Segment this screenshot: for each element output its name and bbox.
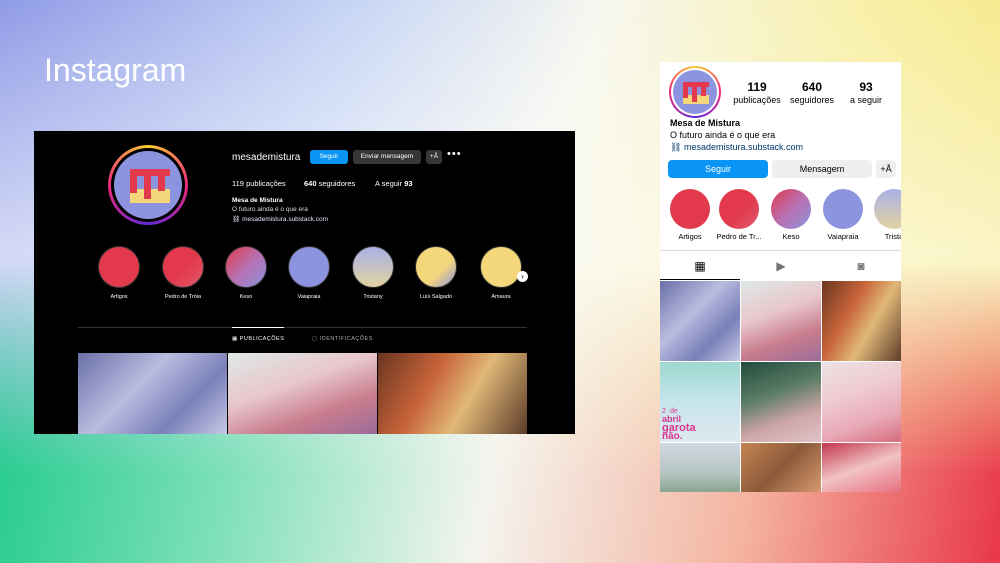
post-thumbnail[interactable]	[822, 443, 901, 492]
highlight-pedro-de-troia[interactable]: Pedro de Tr...	[715, 189, 763, 241]
mobile-profile-screenshot: 119 publicações 640 seguidores 93 a seguir …	[660, 62, 901, 492]
followers-count[interactable]: 640 seguidores	[782, 80, 842, 105]
profile-link[interactable]: ⛓ mesademistura.substack.com	[670, 142, 803, 153]
active-tab-indicator	[232, 327, 284, 328]
post-thumbnail[interactable]	[822, 362, 901, 442]
post-thumbnail[interactable]	[822, 281, 901, 361]
send-message-button[interactable]: Enviar mensagem	[353, 150, 421, 164]
post-thumbnail[interactable]	[228, 353, 377, 434]
profile-avatar[interactable]	[669, 66, 721, 118]
highlight-artigos[interactable]: Artigos	[98, 246, 140, 300]
highlight-tristany[interactable]: Trista	[870, 189, 901, 241]
tab-posts[interactable]: ▦ PUBLICAÇÕES	[232, 336, 284, 342]
following-count[interactable]: 93 a seguir	[836, 80, 896, 105]
profile-tabs: ▦ ▶ ◙	[660, 250, 901, 281]
post-thumbnail[interactable]	[741, 281, 821, 361]
brand-logo	[673, 70, 717, 114]
highlight-tristany[interactable]: Tristany	[352, 246, 394, 300]
post-thumbnail[interactable]	[660, 443, 740, 492]
post-thumbnail[interactable]	[78, 353, 227, 434]
posts-count: 119 publicações	[733, 80, 781, 105]
profile-name: Mesa de Mistura	[232, 197, 283, 204]
tab-tagged[interactable]: ▢ IDENTIFICAÇÕES	[312, 336, 373, 342]
more-options-icon[interactable]: •••	[447, 148, 462, 160]
add-user-button[interactable]: +Å	[876, 160, 896, 178]
brand-logo	[114, 151, 182, 219]
following-count[interactable]: A seguir 93	[375, 179, 413, 188]
highlight-luis-salgado[interactable]: Luís Salgado	[415, 246, 457, 300]
profile-name: Mesa de Mistura	[670, 118, 741, 128]
follow-button[interactable]: Seguir	[668, 160, 768, 178]
grid-icon: ▦	[232, 336, 238, 342]
profile-link[interactable]: ⛓ mesademistura.substack.com	[232, 215, 328, 223]
follow-button[interactable]: Seguir	[310, 150, 348, 164]
highlight-vaiapraia[interactable]: Vaiapraia	[819, 189, 867, 241]
highlight-keso[interactable]: Keso	[767, 189, 815, 241]
chevron-right-icon[interactable]: ›	[517, 271, 528, 282]
posts-count: 119 publicações	[232, 179, 286, 188]
highlight-vaiapraia[interactable]: Vaiapraia	[288, 246, 330, 300]
message-button[interactable]: Mensagem	[772, 160, 872, 178]
link-icon: ⛓	[232, 216, 241, 223]
tagged-icon[interactable]: ◙	[851, 259, 871, 273]
grid-icon[interactable]: ▦	[690, 259, 710, 273]
desktop-profile-screenshot: mesademistura Seguir Enviar mensagem +Å …	[34, 131, 575, 434]
active-tab-indicator	[660, 279, 740, 280]
post-thumbnail[interactable]	[660, 281, 740, 361]
post-thumbnail[interactable]	[378, 353, 527, 434]
post-thumbnail[interactable]: 2 de abril garota não.	[660, 362, 740, 442]
post-thumbnail[interactable]	[741, 362, 821, 442]
highlight-amaura[interactable]: Amaura	[480, 246, 522, 300]
profile-bio: O futuro ainda é o que era	[670, 130, 776, 140]
slide-title: Instagram	[44, 52, 187, 88]
link-icon: ⛓	[670, 142, 682, 152]
highlight-keso[interactable]: Keso	[225, 246, 267, 300]
profile-bio: O futuro ainda é o que era	[232, 206, 308, 213]
add-user-button[interactable]: +Å	[426, 150, 442, 164]
profile-avatar[interactable]	[108, 145, 188, 225]
add-user-icon: +Å	[429, 153, 439, 160]
tabs-divider	[78, 327, 527, 328]
highlight-pedro-de-troia[interactable]: Pedro de Tróia	[162, 246, 204, 300]
reels-icon[interactable]: ▶	[771, 259, 791, 273]
highlight-artigos[interactable]: Artigos	[666, 189, 714, 241]
add-user-icon: +Å	[880, 164, 892, 174]
post-thumbnail[interactable]	[741, 443, 821, 492]
profile-username: mesademistura	[232, 152, 301, 163]
followers-count[interactable]: 640 seguidores	[304, 179, 355, 188]
tagged-icon: ▢	[312, 336, 318, 342]
